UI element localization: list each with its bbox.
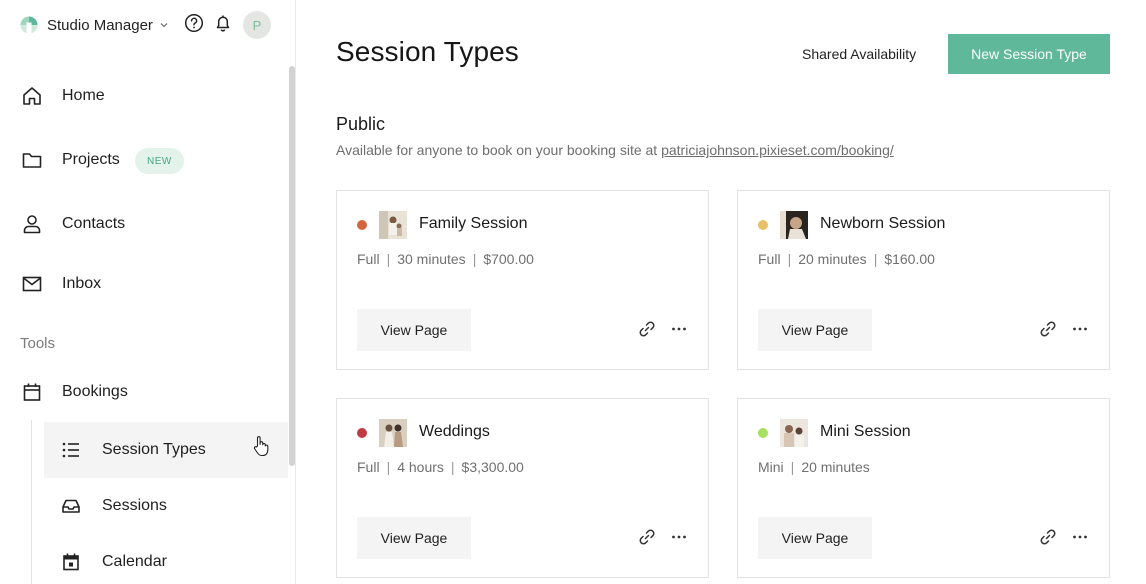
session-type-meta: Mini | 20 minutes xyxy=(758,459,870,475)
link-icon[interactable] xyxy=(638,320,656,338)
color-dot xyxy=(758,428,768,438)
studio-logo-icon xyxy=(20,16,38,34)
person-icon xyxy=(23,215,41,234)
session-type-card: Mini Session Mini | 20 minutes View Page xyxy=(737,398,1110,578)
separator: | xyxy=(790,459,795,475)
more-options-icon[interactable] xyxy=(1071,528,1089,546)
new-badge: NEW xyxy=(135,148,184,174)
calendar-icon xyxy=(23,383,41,401)
session-duration: 30 minutes xyxy=(397,251,466,267)
tray-icon xyxy=(62,499,80,513)
avatar[interactable]: P xyxy=(243,11,271,39)
view-page-button[interactable]: View Page xyxy=(357,517,471,559)
view-page-button[interactable]: View Page xyxy=(758,309,872,351)
session-duration: 20 minutes xyxy=(798,251,867,267)
bell-icon[interactable] xyxy=(213,13,233,33)
sidebar-topbar: Studio Manager P xyxy=(0,0,295,50)
new-session-type-button[interactable]: New Session Type xyxy=(948,34,1110,74)
sidebar-item-sessions[interactable]: Sessions xyxy=(44,478,288,534)
color-dot xyxy=(357,220,367,230)
session-type-meta: Full | 30 minutes | $700.00 xyxy=(357,251,534,267)
session-thumbnail xyxy=(780,211,808,239)
sidebar-item-label: Bookings xyxy=(62,383,128,400)
session-type-name: Weddings xyxy=(419,423,490,440)
session-duration: 4 hours xyxy=(397,459,444,475)
sidebar-item-bookings[interactable]: Bookings xyxy=(0,366,288,418)
separator: | xyxy=(787,251,792,267)
session-type-card: Weddings Full | 4 hours | $3,300.00 View Pag… xyxy=(336,398,709,578)
separator: | xyxy=(472,251,477,267)
more-options-icon[interactable] xyxy=(1071,320,1089,338)
session-type-kind: Mini xyxy=(758,459,784,475)
sidebar-item-label: Session Types xyxy=(102,441,206,458)
view-page-button[interactable]: View Page xyxy=(357,309,471,351)
more-options-icon[interactable] xyxy=(670,528,688,546)
color-dot xyxy=(357,428,367,438)
home-icon xyxy=(23,87,41,105)
session-price: $3,300.00 xyxy=(461,459,524,475)
link-icon[interactable] xyxy=(1039,320,1057,338)
sidebar-item-label: Calendar xyxy=(102,553,167,570)
session-type-card: Family Session Full | 30 minutes | $700.00 V… xyxy=(336,190,709,370)
session-price: $160.00 xyxy=(884,251,935,267)
sidebar-item-label: Contacts xyxy=(62,215,126,232)
studio-name: Studio Manager xyxy=(47,16,153,34)
session-type-meta: Full | 4 hours | $3,300.00 xyxy=(357,459,524,475)
folder-icon xyxy=(22,153,42,168)
session-type-kind: Full xyxy=(357,251,380,267)
link-icon[interactable] xyxy=(638,528,656,546)
sidebar-item-contacts[interactable]: Contacts xyxy=(0,198,288,250)
sidebar-item-label: Sessions xyxy=(102,497,167,514)
booking-site-link[interactable]: patriciajohnson.pixieset.com/booking/ xyxy=(661,142,894,158)
session-thumbnail xyxy=(780,419,808,447)
hand-cursor-icon xyxy=(253,436,269,457)
shared-availability-button[interactable]: Shared Availability xyxy=(790,34,928,74)
session-thumbnail xyxy=(379,419,407,447)
section-description: Available for anyone to book on your boo… xyxy=(336,142,894,158)
section-title: Public xyxy=(336,114,386,134)
session-type-name: Family Session xyxy=(419,215,528,232)
session-type-kind: Full xyxy=(758,251,781,267)
sidebar-scrollbar[interactable] xyxy=(289,66,295,466)
calendar-day-icon xyxy=(63,553,79,571)
tools-section-label: Tools xyxy=(20,335,56,352)
mail-icon xyxy=(22,276,42,292)
sidebar-item-projects[interactable]: Projects NEW xyxy=(0,134,288,186)
sidebar-item-session-types[interactable]: Session Types xyxy=(44,422,288,478)
list-icon xyxy=(62,442,79,458)
chevron-down-icon xyxy=(160,23,168,28)
sidebar-item-calendar[interactable]: Calendar xyxy=(44,534,288,584)
more-options-icon[interactable] xyxy=(670,320,688,338)
session-type-kind: Full xyxy=(357,459,380,475)
sidebar-item-label: Inbox xyxy=(62,275,102,292)
section-description-text: Available for anyone to book on your boo… xyxy=(336,142,662,158)
session-price: $700.00 xyxy=(483,251,534,267)
session-duration: 20 minutes xyxy=(801,459,870,475)
sidebar-item-label: Projects xyxy=(62,151,120,168)
session-type-name: Newborn Session xyxy=(820,215,946,232)
separator: | xyxy=(386,251,391,267)
session-type-card: Newborn Session Full | 20 minutes | $160.00 … xyxy=(737,190,1110,370)
separator: | xyxy=(873,251,878,267)
studio-switcher[interactable]: Studio Manager xyxy=(20,14,169,36)
session-type-meta: Full | 20 minutes | $160.00 xyxy=(758,251,935,267)
submenu-guide-line xyxy=(31,420,32,584)
sidebar-item-home[interactable]: Home xyxy=(0,70,288,122)
color-dot xyxy=(758,220,768,230)
session-thumbnail xyxy=(379,211,407,239)
sidebar-item-label: Home xyxy=(62,87,105,104)
help-icon[interactable] xyxy=(184,13,204,33)
sidebar-item-inbox[interactable]: Inbox xyxy=(0,258,288,310)
separator: | xyxy=(386,459,391,475)
link-icon[interactable] xyxy=(1039,528,1057,546)
page-title: Session Types xyxy=(336,36,519,67)
sidebar: Studio Manager P Home Projects NEW Conta… xyxy=(0,0,296,584)
session-type-name: Mini Session xyxy=(820,423,911,440)
view-page-button[interactable]: View Page xyxy=(758,517,872,559)
separator: | xyxy=(450,459,455,475)
